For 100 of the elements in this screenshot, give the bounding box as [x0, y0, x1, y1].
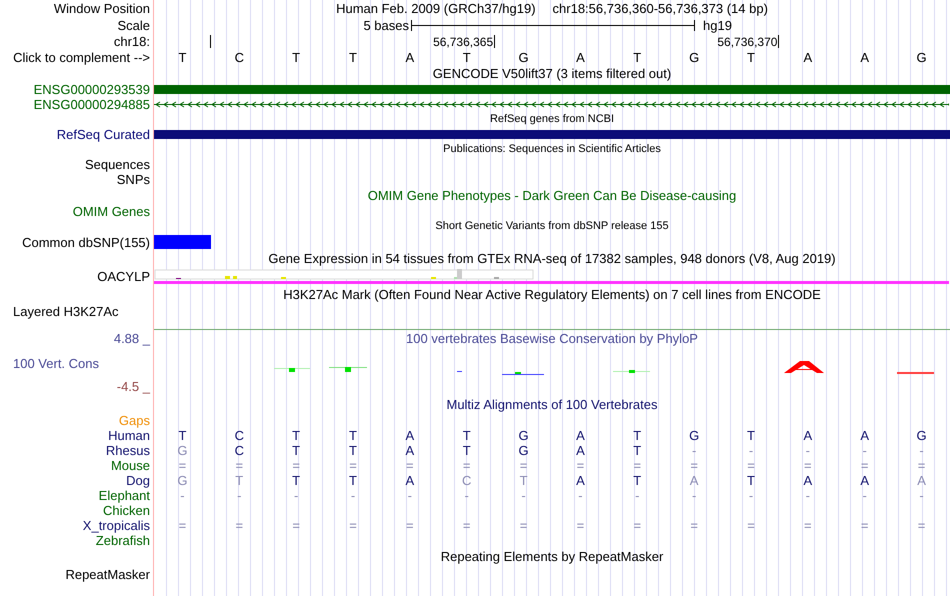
- alignment-base: =: [860, 519, 868, 532]
- alignment-base: T: [520, 474, 528, 487]
- alignment-base: G: [916, 429, 927, 442]
- track-label[interactable]: Human: [108, 429, 150, 442]
- sequence-base[interactable]: T: [349, 50, 357, 64]
- alignment-base: =: [178, 459, 186, 472]
- alignment-base: T: [633, 474, 642, 487]
- alignment-base: T: [462, 444, 471, 457]
- track-label[interactable]: chr18:: [114, 35, 150, 48]
- alignment-base: T: [747, 474, 755, 487]
- track-title: OMIM Gene Phenotypes - Dark Green Can Be Disease-causing: [368, 189, 736, 202]
- sequence-base[interactable]: T: [633, 50, 642, 64]
- track-title: H3K27Ac Mark (Often Found Near Active Regulatory Elements) on 7 cell lines from ENCODE: [283, 288, 821, 301]
- alignment-base: A: [576, 444, 585, 457]
- sequence-base[interactable]: T: [462, 50, 471, 64]
- alignment-base: -: [806, 444, 810, 457]
- alignment-base: -: [748, 444, 754, 457]
- sequence-base[interactable]: A: [576, 50, 585, 64]
- alignment-base: =: [462, 459, 470, 472]
- sequence-base[interactable]: G: [916, 50, 927, 64]
- track-label[interactable]: Dog: [126, 474, 150, 487]
- track-label[interactable]: RepeatMasker: [65, 568, 150, 580]
- alignment-base: -: [237, 489, 242, 502]
- track-label[interactable]: ENSG00000293539: [34, 83, 150, 96]
- alignment-base: =: [690, 519, 698, 532]
- track-label[interactable]: Layered H3K27Ac: [13, 304, 119, 319]
- alignment-base: =: [918, 459, 926, 472]
- track-label[interactable]: SNPs: [116, 173, 150, 186]
- track-label[interactable]: Sequences: [84, 158, 150, 171]
- track-label[interactable]: Click to complement -->: [13, 50, 150, 64]
- alignment-base: A: [804, 429, 812, 442]
- alignment-base: -: [748, 489, 754, 502]
- sequence-base[interactable]: C: [234, 50, 244, 64]
- track-title: Repeating Elements by RepeatMasker: [440, 550, 664, 563]
- track-label[interactable]: X_tropicalis: [82, 519, 150, 532]
- track-label[interactable]: Window Position: [54, 2, 150, 15]
- track-title: RefSeq genes from NCBI: [490, 114, 614, 125]
- alignment-base: -: [919, 444, 924, 457]
- sequence-base[interactable]: A: [406, 50, 414, 64]
- track-title: GENCODE V50lift37 (3 items filtered out): [432, 67, 672, 80]
- track-label[interactable]: ENSG00000294885: [34, 98, 150, 111]
- position-label: 56,736,370: [717, 35, 780, 48]
- alignment-base: =: [292, 459, 300, 472]
- track-label[interactable]: Mouse: [110, 459, 150, 472]
- alignment-base: A: [804, 474, 812, 487]
- alignment-base: T: [349, 429, 357, 442]
- track-label[interactable]: Common dbSNP(155): [22, 236, 150, 248]
- track-title: Publications: Sequences in Scientific Articles: [443, 144, 661, 155]
- track-title: Gene Expression in 54 tissues from GTEx RNA-seq of 17382 samples, 948 donors (V8, Aug 2019): [268, 252, 836, 265]
- gene-feature[interactable]: [154, 130, 950, 139]
- alignment-base: =: [633, 519, 642, 532]
- alignment-base: -: [862, 489, 867, 502]
- alignment-base: =: [804, 459, 812, 472]
- alignment-base: -: [350, 489, 356, 502]
- track-label[interactable]: Zebrafish: [96, 534, 150, 547]
- alignment-base: -: [862, 444, 867, 457]
- track-label[interactable]: OMIM Genes: [72, 205, 150, 218]
- alignment-base: A: [860, 474, 870, 487]
- alignment-base: G: [518, 444, 529, 457]
- sequence-base[interactable]: A: [804, 50, 812, 64]
- sequence-base[interactable]: A: [860, 50, 870, 64]
- alignment-base: T: [349, 444, 357, 457]
- sequence-base[interactable]: G: [689, 50, 700, 64]
- alignment-base: -: [294, 489, 298, 502]
- track-label[interactable]: OACYLP: [97, 270, 150, 283]
- alignment-base: T: [292, 429, 300, 442]
- alignment-base: =: [235, 459, 244, 472]
- track-title: 100 vertebrates Basewise Conservation by PhyloP: [406, 332, 698, 345]
- snp-feature[interactable]: [154, 235, 211, 249]
- sequence-base[interactable]: G: [518, 50, 529, 64]
- alignment-base: T: [292, 444, 300, 457]
- alignment-base: G: [177, 474, 188, 487]
- alignment-base: G: [177, 444, 188, 457]
- alignment-base: -: [578, 489, 583, 502]
- track-label[interactable]: Rhesus: [106, 444, 150, 457]
- sequence-base[interactable]: T: [292, 50, 300, 64]
- alignment-base: =: [235, 519, 244, 532]
- alignment-base: =: [747, 519, 755, 532]
- alignment-base: =: [804, 519, 812, 532]
- alignment-base: =: [918, 519, 926, 532]
- position-range: chr18:56,736,360-56,736,373 (14 bp): [552, 2, 768, 15]
- track-label[interactable]: Elephant: [98, 489, 150, 502]
- track-label[interactable]: RefSeq Curated: [56, 128, 150, 141]
- alignment-base: A: [406, 444, 414, 457]
- track-label[interactable]: 100 Vert. Cons: [0, 357, 153, 370]
- alignment-base: G: [518, 429, 529, 442]
- sequence-base[interactable]: T: [747, 50, 755, 64]
- alignment-base: =: [690, 459, 698, 472]
- axis-min-label: -4.5 _: [116, 380, 152, 393]
- alignment-base: G: [689, 429, 700, 442]
- axis-max-label: 4.88 _: [114, 332, 152, 345]
- gene-feature[interactable]: [154, 85, 950, 94]
- track-label[interactable]: Chicken: [103, 504, 150, 517]
- alignment-base: =: [747, 459, 755, 472]
- alignment-base: T: [349, 474, 357, 487]
- track-label[interactable]: Scale: [117, 19, 150, 32]
- sequence-base[interactable]: T: [178, 50, 186, 64]
- alignment-base: T: [462, 429, 471, 442]
- alignment-base: =: [633, 459, 642, 472]
- alignment-base: =: [292, 519, 300, 532]
